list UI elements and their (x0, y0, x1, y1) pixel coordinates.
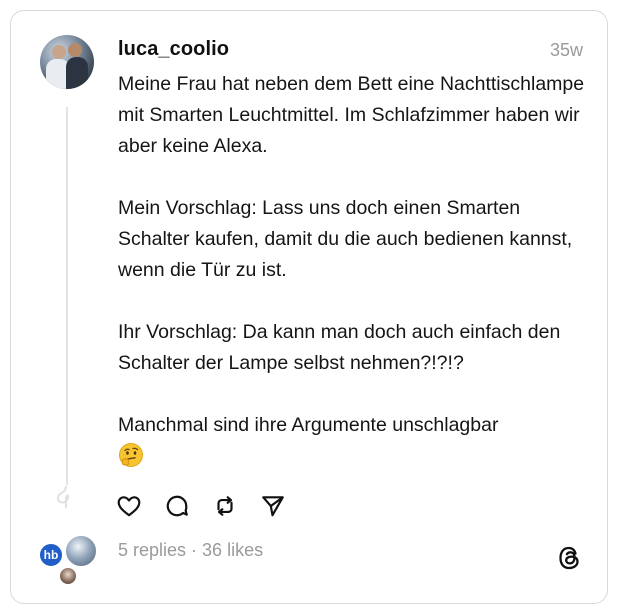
post-paragraph: Manchmal sind ihre Argumente unschlagbar (118, 410, 596, 472)
reply-avatars[interactable]: hb (38, 532, 100, 588)
repost-icon[interactable] (210, 491, 240, 521)
post-paragraph: Mein Vorschlag: Lass uns doch einen Smar… (118, 197, 573, 281)
post-stats: 5 replies · 36 likes (118, 540, 263, 561)
comment-icon[interactable] (162, 491, 192, 521)
post-paragraph: Ihr Vorschlag: Da kann man doch auch ein… (118, 321, 561, 374)
post-paragraph-text: Manchmal sind ihre Argumente unschlagbar (118, 414, 499, 436)
post-body: Meine Frau hat neben dem Bett eine Nacht… (118, 69, 596, 472)
author-avatar[interactable] (40, 35, 94, 89)
replier-avatar[interactable] (64, 534, 98, 568)
thread-curl-icon (56, 486, 70, 508)
post-actions (114, 492, 288, 520)
likes-count[interactable]: 36 likes (202, 540, 263, 560)
heart-icon[interactable] (114, 491, 144, 521)
send-icon[interactable] (258, 491, 288, 521)
thinking-face-icon (119, 443, 143, 467)
thread-line (66, 107, 68, 485)
stats-separator: · (191, 540, 198, 560)
replier-avatar[interactable] (58, 566, 78, 586)
post-timestamp[interactable]: 35w (550, 40, 583, 61)
replies-count[interactable]: 5 replies (118, 540, 186, 560)
author-username[interactable]: luca_coolio (118, 38, 229, 61)
replier-avatar-badge[interactable]: hb (38, 542, 64, 568)
threads-logo-icon[interactable] (554, 543, 584, 573)
post-paragraph: Meine Frau hat neben dem Bett eine Nacht… (118, 73, 585, 157)
